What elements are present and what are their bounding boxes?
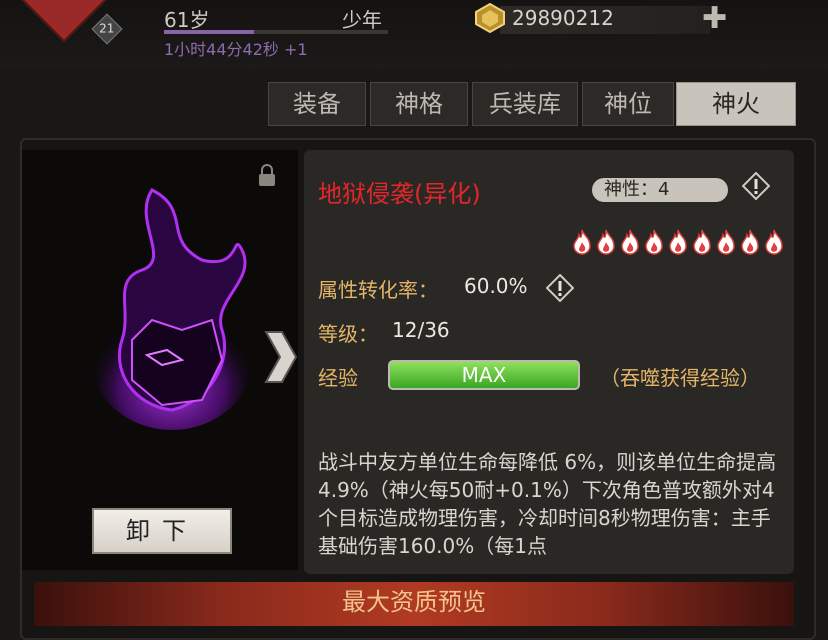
flame-icon	[669, 229, 687, 255]
max-aptitude-preview-button[interactable]: 最大资质预览	[34, 582, 794, 626]
gem-count: 29890212	[512, 6, 614, 30]
chevron-right-icon	[264, 331, 298, 383]
conversion-rate-label: 属性转化率：	[318, 278, 438, 302]
flame-icon	[597, 229, 615, 255]
age-progress-bar	[164, 30, 388, 34]
flame-icon	[621, 229, 639, 255]
avatar-level-badge: 21	[91, 13, 123, 45]
experience-bar: MAX	[388, 360, 580, 390]
preview-label: 最大资质预览	[342, 588, 486, 616]
flame-icon	[741, 229, 759, 255]
flame-icon	[573, 229, 591, 255]
tab-godhood[interactable]: 神格	[370, 82, 468, 126]
tab-equipment[interactable]: 装备	[268, 82, 366, 126]
flame-rating	[570, 228, 786, 258]
add-gems-button[interactable]: ✚	[702, 4, 727, 34]
skill-description: 战斗中友方单位生命每降低 6%，则该单位生命提高 4.9%（神火每50耐+0.1…	[318, 450, 777, 558]
tab-divine-rank[interactable]: 神位	[582, 82, 674, 126]
flame-icon	[693, 229, 711, 255]
age-stage-text: 少年	[342, 8, 382, 32]
gem-icon	[475, 2, 505, 34]
regen-timer: 1小时44分42秒 +1	[164, 40, 308, 59]
divinity-badge: 神性：4	[592, 178, 728, 202]
player-header: 21 61岁 少年 1小时44分42秒 +1 29890212 ✚	[0, 0, 828, 70]
divine-fire-art	[92, 188, 252, 430]
conversion-rate-value: 60.0%	[464, 274, 528, 298]
devour-hint: （吞噬获得经验）	[600, 366, 760, 390]
tab-divine-fire[interactable]: 神火	[676, 82, 796, 126]
level-value: 12/36	[392, 318, 450, 342]
experience-label: 经验	[318, 366, 358, 390]
flame-icon	[717, 229, 735, 255]
flame-icon	[765, 229, 783, 255]
item-name: 地狱侵袭(异化)	[318, 180, 481, 208]
level-label: 等级：	[318, 322, 378, 346]
tab-armory[interactable]: 兵装库	[472, 82, 578, 126]
info-icon[interactable]	[742, 172, 770, 200]
age-text: 61岁	[164, 8, 210, 32]
unload-button[interactable]: 卸下	[92, 508, 232, 554]
avatar[interactable]: 21	[21, 0, 123, 50]
avatar-emblem	[21, 0, 107, 43]
conversion-info-icon[interactable]	[546, 274, 574, 302]
flame-icon	[645, 229, 663, 255]
